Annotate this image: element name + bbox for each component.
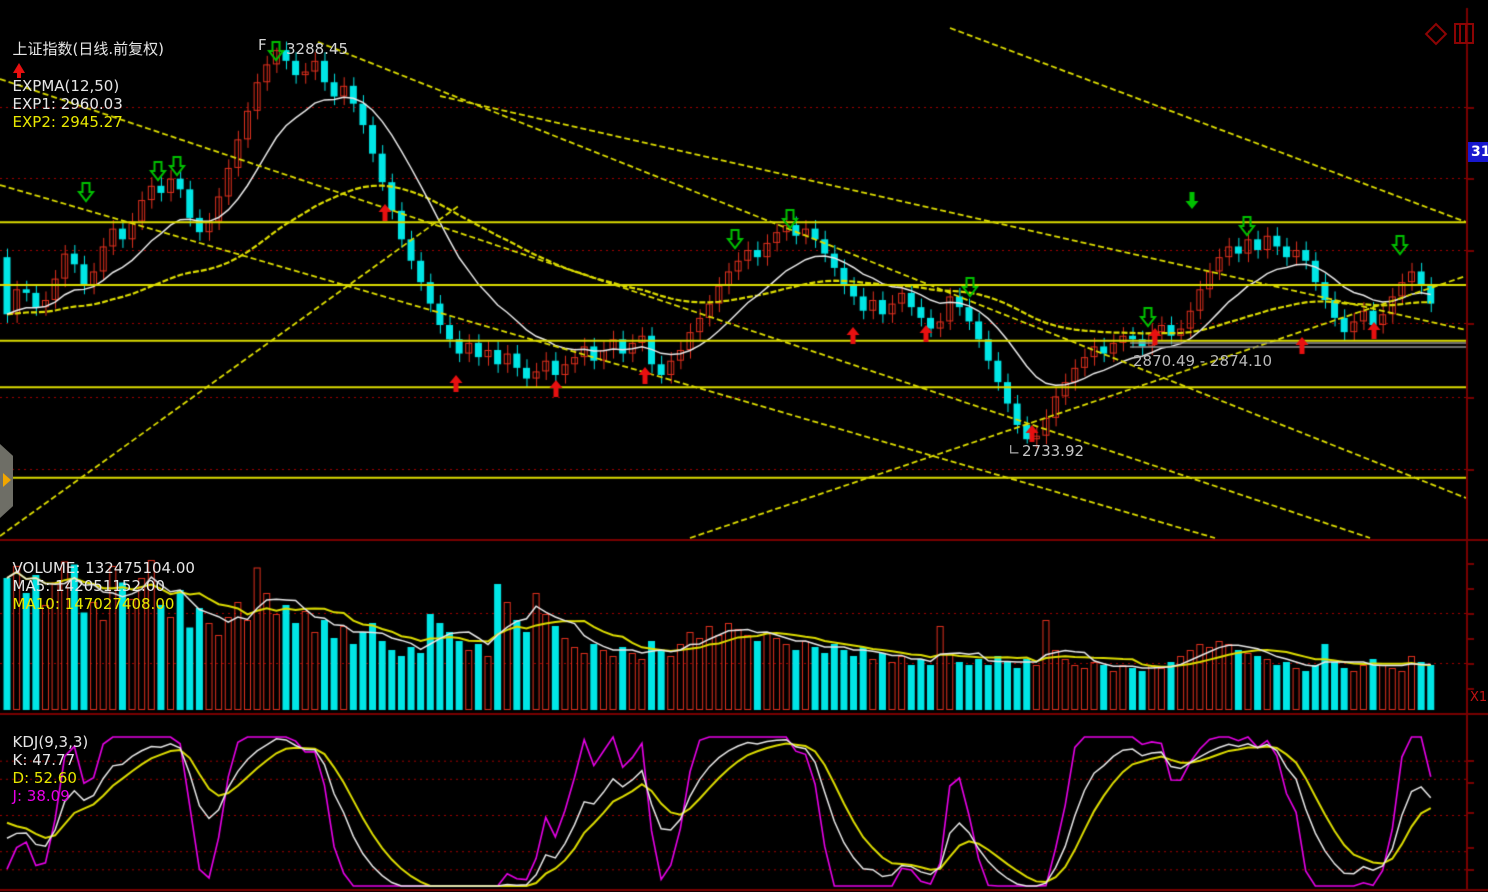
kdj-name: KDJ(9,3,3) <box>13 733 89 751</box>
kdj-d-value: D: 52.60 <box>13 769 77 787</box>
volume-value: VOLUME: 132475104.00 <box>13 559 195 577</box>
up-arrow-icon <box>13 63 25 73</box>
kdj-k-value: K: 47.77 <box>13 751 76 769</box>
sidebar-expander[interactable] <box>0 444 13 518</box>
low-price-label: 2733.92 <box>1022 442 1084 460</box>
volume-ma5: MA5: 142051152.00 <box>13 577 165 595</box>
indicator-label: EXPMA(12,50) <box>13 77 120 95</box>
peak-price-label: 3288.45 <box>286 40 348 58</box>
axis-multiplier-label: X1 <box>1470 690 1487 705</box>
chart-header: 上证指数(日线.前复权) EXPMA(12,50) EXP1: 2960.03 … <box>3 20 164 131</box>
trading-app-window: { "colors":{ "up_red":"#e0301e","down_cy… <box>0 0 1488 892</box>
price-badge: 31 <box>1468 142 1488 162</box>
gap-range-label: 2870.49 - 2874.10 <box>1133 352 1272 370</box>
chart-canvas[interactable] <box>0 0 1488 892</box>
kdj-j-value: J: 38.09 <box>13 787 70 805</box>
expand-arrow-icon <box>3 473 11 487</box>
exp1-value: EXP1: 2960.03 <box>13 95 123 113</box>
volume-ma10: MA10: 147027408.00 <box>13 595 175 613</box>
exp2-value: EXP2: 2945.27 <box>13 113 123 131</box>
symbol-title: 上证指数(日线.前复权) <box>13 40 164 58</box>
low-prefix: ∟ <box>1008 441 1021 459</box>
peak-prefix: F <box>258 36 267 54</box>
kdj-header: KDJ(9,3,3) K: 47.77 D: 52.60 J: 38.09 <box>3 715 88 805</box>
pane-grid-icon[interactable] <box>1454 23 1474 44</box>
volume-header: VOLUME: 132475104.00 MA5: 142051152.00 M… <box>3 541 195 613</box>
